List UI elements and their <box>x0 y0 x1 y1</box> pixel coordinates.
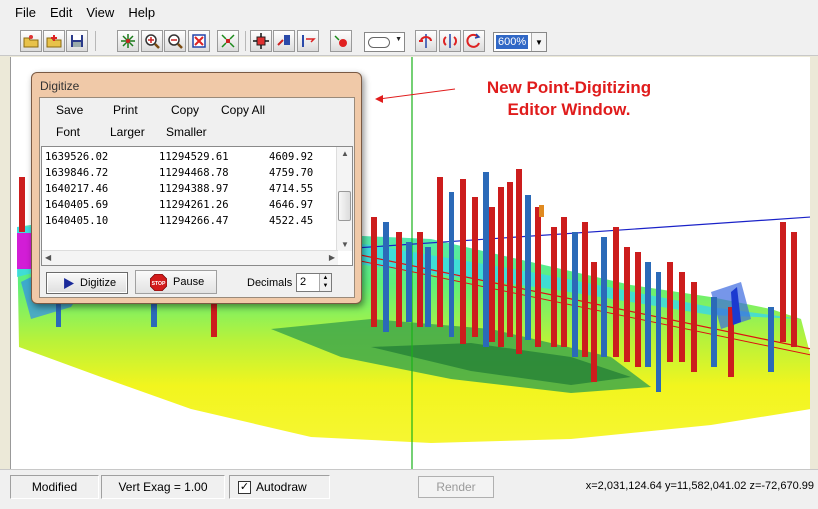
menu-view[interactable]: View <box>79 0 121 26</box>
play-icon <box>64 277 74 289</box>
open-button[interactable] <box>20 30 42 52</box>
shape-preview <box>368 37 390 48</box>
digitize-body: Save Print Copy Copy All Font Larger Sma… <box>39 97 355 298</box>
digitize-window[interactable]: Digitize Save Print Copy Copy All Font L… <box>31 72 362 304</box>
digitize-button[interactable]: Digitize <box>46 272 128 294</box>
digitize-title: Digitize <box>40 79 80 93</box>
vertical-scrollbar[interactable]: ▲ ▼ <box>336 147 352 251</box>
annotation-line-1: New Point-Digitizing <box>486 78 652 97</box>
zoom-in-icon <box>145 34 160 49</box>
pause-button[interactable]: STOP Pause <box>135 270 217 294</box>
scroll-thumb[interactable] <box>338 191 351 221</box>
zoom-out-button[interactable] <box>164 30 186 52</box>
coordinate-rows: 1639526.02 11294529.61 4609.92 1639846.72 1… <box>45 149 335 229</box>
digitize-point-icon <box>334 35 347 47</box>
menu-bar: File Edit View Help <box>0 0 818 26</box>
coordinate-list[interactable]: 1639526.02 11294529.61 4609.92 1639846.72 1… <box>41 146 353 266</box>
coordinate-row: 1639846.72 11294468.78 4759.70 <box>45 167 314 179</box>
coordinate-row: 1640405.69 11294261.26 4646.97 <box>45 199 314 211</box>
zoom-box-button[interactable] <box>188 30 210 52</box>
autodraw-toggle[interactable]: ✓ Autodraw <box>229 475 330 499</box>
menu-edit[interactable]: Edit <box>43 0 79 26</box>
axes-cursor-icon <box>121 34 135 48</box>
zoom-out-icon <box>168 34 183 49</box>
pause-button-label: Pause <box>173 276 205 288</box>
rotate-vertical-button[interactable] <box>439 30 461 52</box>
rotate-view-button[interactable] <box>117 30 139 52</box>
zoom-extents-icon <box>221 34 235 48</box>
stop-sign-icon: STOP <box>150 273 167 291</box>
status-bar: Modified Vert Exag = 1.00 ✓ Autodraw Ren… <box>0 469 818 509</box>
cursor-coordinates: x=2,031,124.64 y=11,582,041.02 z=-72,670… <box>585 480 814 492</box>
copy-button[interactable]: Copy <box>171 102 199 118</box>
font-button[interactable]: Font <box>56 124 80 140</box>
decimals-value: 2 <box>300 276 307 288</box>
floppy-disk-icon <box>71 35 83 47</box>
status-vert-exag: Vert Exag = 1.00 <box>101 475 225 499</box>
zoom-box-icon <box>192 34 206 48</box>
smaller-button[interactable]: Smaller <box>166 124 207 140</box>
rotate-horizontal-button[interactable] <box>415 30 437 52</box>
pan-button[interactable] <box>250 30 272 52</box>
menu-help[interactable]: Help <box>121 0 162 26</box>
save-button[interactable]: Save <box>56 102 83 118</box>
shape-select[interactable]: ▼ <box>364 32 405 52</box>
coordinate-row: 1639526.02 11294529.61 4609.92 <box>45 151 314 163</box>
coordinate-row: 1640405.10 11294266.47 4522.45 <box>45 215 314 227</box>
rotate-vertical-icon <box>443 34 457 48</box>
slice-icon <box>302 35 316 47</box>
decimals-label: Decimals <box>247 277 293 289</box>
scroll-left-icon[interactable]: ◀ <box>45 253 51 262</box>
autodraw-checkbox[interactable]: ✓ <box>238 480 251 494</box>
status-modified: Modified <box>10 475 99 499</box>
pan-icon <box>253 33 269 49</box>
autodraw-label: Autodraw <box>256 480 307 494</box>
decimals-spinner[interactable]: 2 ▲ ▼ <box>296 273 332 292</box>
toolbar: ▼ 600% ▼ <box>0 26 818 56</box>
horizontal-scrollbar[interactable]: ◀ ▶ <box>42 250 338 265</box>
open-folder-icon <box>23 35 39 48</box>
annotation-line-2: Editor Window. <box>507 100 631 119</box>
zoom-extents-button[interactable] <box>217 30 239 52</box>
digitize-button-label: Digitize <box>80 277 117 289</box>
annotation-label: New Point-Digitizing Editor Window. <box>459 77 679 121</box>
zoom-select[interactable]: 600% ▼ <box>493 32 547 52</box>
reset-rotation-button[interactable] <box>463 30 485 52</box>
scroll-down-icon[interactable]: ▼ <box>341 240 349 249</box>
menu-file[interactable]: File <box>8 0 43 26</box>
add-file-button[interactable] <box>43 30 65 52</box>
move-button[interactable] <box>273 30 295 52</box>
svg-text:STOP: STOP <box>152 281 166 287</box>
zoom-value: 600% <box>496 35 529 49</box>
refresh-icon <box>466 33 481 48</box>
save-button[interactable] <box>66 30 88 52</box>
slice-button[interactable] <box>297 30 319 52</box>
dropdown-arrow-icon: ▼ <box>395 36 402 43</box>
move-hand-icon <box>277 35 290 46</box>
dropdown-arrow-icon[interactable]: ▼ <box>531 33 546 51</box>
scroll-right-icon[interactable]: ▶ <box>329 253 335 262</box>
render-button[interactable]: Render <box>418 476 494 498</box>
copy-all-button[interactable]: Copy All <box>221 102 265 118</box>
larger-button[interactable]: Larger <box>110 124 145 140</box>
rotate-horizontal-icon <box>419 34 432 48</box>
digitize-point-button[interactable] <box>330 30 352 52</box>
add-file-icon <box>46 35 62 48</box>
coordinate-row: 1640217.46 11294388.97 4714.55 <box>45 183 314 195</box>
spinner-arrows-icon[interactable]: ▲ ▼ <box>319 274 331 291</box>
scroll-up-icon[interactable]: ▲ <box>341 149 349 158</box>
zoom-in-button[interactable] <box>141 30 163 52</box>
print-button[interactable]: Print <box>113 102 138 118</box>
